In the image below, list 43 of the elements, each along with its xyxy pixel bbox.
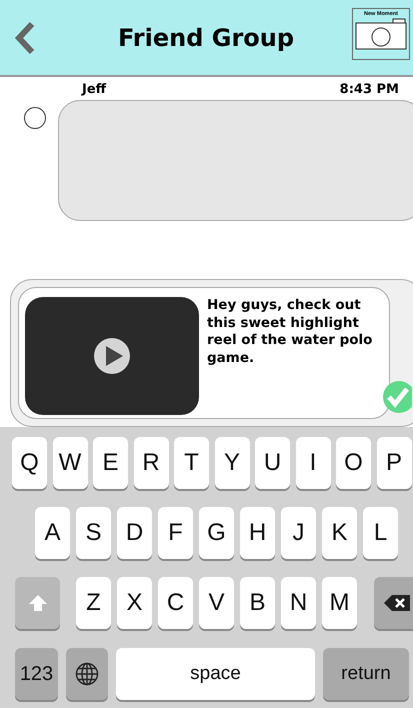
numbers-key[interactable]: 123	[15, 648, 58, 700]
backspace-icon	[382, 594, 410, 612]
letter-key[interactable]: T	[174, 437, 209, 489]
letter-key[interactable]: A	[35, 507, 70, 559]
letter-key[interactable]: C	[158, 577, 193, 629]
letter-key[interactable]: Z	[76, 577, 111, 629]
globe-icon	[75, 662, 99, 686]
letter-key[interactable]: F	[158, 507, 193, 559]
letter-key[interactable]: P	[376, 437, 412, 489]
letter-key[interactable]: X	[117, 577, 152, 629]
checkmark-send-icon[interactable]	[382, 380, 412, 414]
select-radio[interactable]	[24, 107, 46, 129]
letter-key[interactable]: S	[76, 507, 111, 559]
letter-key[interactable]: N	[281, 577, 316, 629]
letter-key[interactable]: R	[134, 437, 168, 489]
letter-key[interactable]: E	[93, 437, 128, 489]
back-chevron-icon	[14, 20, 36, 54]
letter-key[interactable]: I	[296, 437, 330, 489]
letter-key[interactable]: B	[240, 577, 275, 629]
letter-key[interactable]: G	[199, 507, 234, 559]
letter-key[interactable]: U	[255, 437, 290, 489]
letter-key[interactable]: H	[240, 507, 275, 559]
letter-key[interactable]: W	[52, 437, 88, 489]
screen-title: Friend Group	[116, 24, 296, 52]
shift-arrow-icon	[28, 594, 48, 612]
letter-key[interactable]: D	[117, 507, 152, 559]
letter-key[interactable]: O	[336, 437, 371, 489]
letter-key[interactable]: Y	[214, 437, 250, 489]
letter-key[interactable]: J	[281, 507, 316, 559]
letter-key[interactable]: V	[199, 577, 234, 629]
backspace-key[interactable]	[374, 577, 413, 629]
return-key[interactable]: return	[323, 648, 409, 700]
message-time: 8:43 PM	[340, 82, 399, 97]
space-key[interactable]: space	[116, 648, 315, 700]
letter-key[interactable]: L	[363, 507, 398, 559]
letter-key[interactable]: Q	[12, 437, 47, 489]
message-text: Hey guys, check out this sweet highlight reel of the water polo game.	[207, 297, 374, 368]
camera-icon	[355, 18, 407, 50]
play-icon[interactable]	[93, 337, 131, 375]
globe-key[interactable]	[66, 648, 108, 700]
letter-key[interactable]: M	[322, 577, 357, 629]
sender-name: Jeff	[82, 82, 106, 97]
letter-key[interactable]: K	[322, 507, 357, 559]
